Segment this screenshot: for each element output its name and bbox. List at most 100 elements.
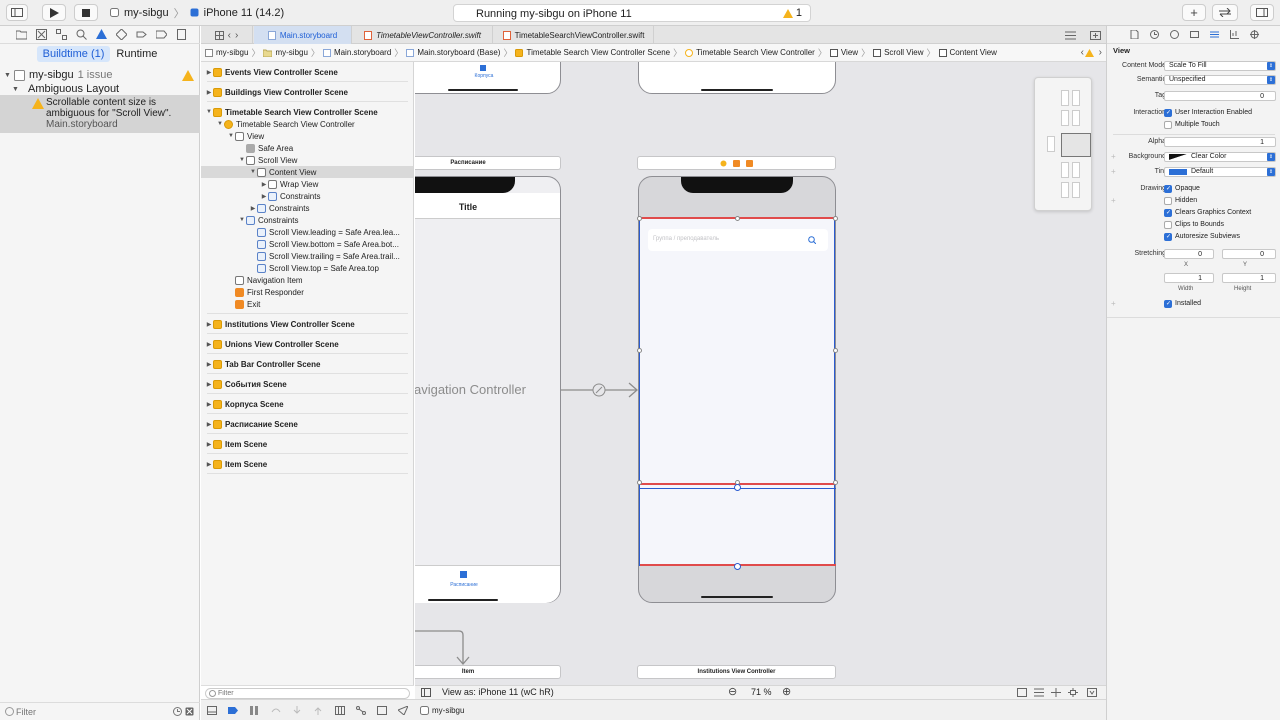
outline-scene-row[interactable]: ▶ Item Scene [201,458,413,470]
scene-buildings-bottom[interactable]: Корпуса [415,62,561,94]
tab-main-storyboard[interactable]: Main.storyboard [254,26,352,44]
installed-checkbox[interactable] [1164,299,1172,308]
stretch-y-field[interactable]: 0 [1222,248,1276,259]
minimap-viewport[interactable] [1061,133,1091,157]
outline-scene-row[interactable]: ▶ Tab Bar Controller Scene [201,358,413,370]
breadcrumb-view[interactable]: View [829,48,858,57]
pause-icon[interactable] [249,706,259,715]
opaque-checkbox[interactable] [1164,184,1172,193]
disclosure-closed-icon[interactable]: ▶ [205,341,213,348]
scroll-view-selected[interactable]: Группа / преподаватель [637,216,838,570]
source-control-icon[interactable] [36,29,47,40]
grid-icon[interactable] [214,30,224,40]
search-icon[interactable] [76,29,87,40]
outline-scene-row[interactable]: ▶ Unions View Controller Scene [201,338,413,350]
outline-scene-row[interactable]: ▶ События Scene [201,378,413,390]
history-inspector-icon[interactable] [1150,30,1159,39]
breadcrumb-group[interactable]: my-sibgu [263,48,308,57]
previous-issue-chevron-icon[interactable]: ‹ [1081,47,1084,58]
outline-row[interactable]: ▶ Constraints [201,202,413,214]
align-icon[interactable] [1051,688,1061,697]
breadcrumb-scroll-view[interactable]: Scroll View [873,48,924,57]
scene-timetable-search[interactable]: Группа / преподаватель [637,176,838,603]
toggle-navigator-button[interactable] [6,4,28,21]
outline-row[interactable]: ▶ Constraints [201,190,413,202]
disclosure-closed-icon[interactable]: ▶ [205,421,213,428]
outline-constraint-row[interactable]: Scroll View.top = Safe Area.top [201,262,413,274]
outline-scene-row[interactable]: ▶ Расписание Scene [201,418,413,430]
folder-icon[interactable] [16,29,27,40]
segment-runtime[interactable]: Runtime [110,46,163,62]
test-icon[interactable] [116,29,127,40]
segue-arrow[interactable] [561,380,641,400]
warning-indicator[interactable]: 1 [782,7,802,19]
connections-inspector-icon[interactable] [1250,30,1259,39]
environment-overrides-icon[interactable] [377,706,387,715]
memory-graph-icon[interactable] [356,706,366,715]
disclosure-open-icon[interactable]: ▼ [227,133,235,139]
issue-warning-icon[interactable] [96,29,107,40]
stretch-x-field[interactable]: 0 [1164,248,1214,259]
hidden-checkbox[interactable] [1164,196,1172,205]
resolve-issues-icon[interactable] [1087,688,1097,697]
attributes-inspector-icon[interactable] [1210,30,1219,39]
breakpoints-toggle-icon[interactable] [228,706,238,715]
user-interaction-checkbox[interactable] [1164,108,1172,117]
disclosure-closed-icon[interactable]: ▶ [205,461,213,468]
update-frames-icon[interactable] [1017,688,1027,697]
disclosure-closed-icon[interactable]: ▶ [205,381,213,388]
disclosure-closed-icon[interactable]: ▶ [205,89,213,96]
minimap[interactable] [1034,77,1092,211]
warning-icon[interactable] [1085,49,1094,57]
breakpoint-icon[interactable] [156,29,167,40]
debug-target-name[interactable]: my-sibgu [432,706,464,715]
disclosure-closed-icon[interactable]: ▶ [205,69,213,76]
add-editor-icon[interactable] [1090,31,1101,40]
outline-constraint-row[interactable]: Scroll View.trailing = Safe Area.trail..… [201,250,413,262]
simulate-location-icon[interactable] [398,706,408,715]
step-out-icon[interactable] [313,706,323,715]
help-inspector-icon[interactable] [1170,30,1179,39]
outline-row[interactable]: ▶ Wrap View [201,178,413,190]
outline-row[interactable]: ▼ View [201,130,413,142]
file-inspector-icon[interactable] [1130,30,1139,39]
scene-dock-timetable-search[interactable] [637,156,836,170]
scene-title-bar-item[interactable]: Item [415,665,561,679]
outline-scene-row[interactable]: ▶ Events View Controller Scene [201,66,413,78]
recent-filter-icon[interactable] [173,707,182,716]
code-review-button[interactable] [1212,4,1238,21]
symbol-icon[interactable] [56,29,67,40]
resize-handle[interactable] [637,216,642,221]
resize-handle[interactable] [637,348,642,353]
add-variation-icon[interactable]: + [1111,196,1116,205]
autoresize-checkbox[interactable] [1164,232,1172,241]
breadcrumb-file[interactable]: Main.storyboard [322,48,391,57]
outline-row[interactable]: First Responder [201,286,413,298]
view-debugger-icon[interactable] [335,706,345,715]
disclosure-closed-icon[interactable]: ▶ [205,401,213,408]
outline-filter-input[interactable] [218,689,398,698]
clears-graphics-checkbox[interactable] [1164,208,1172,217]
multiple-touch-checkbox[interactable] [1164,120,1172,129]
outline-scene-row[interactable]: ▶ Buildings View Controller Scene [201,86,413,98]
disclosure-closed-icon[interactable]: ▶ [260,193,268,200]
size-inspector-icon[interactable] [1230,30,1239,39]
forward-chevron-icon[interactable]: › [235,30,238,41]
pin-constraints-icon[interactable] [1068,688,1078,697]
breadcrumb-view-controller[interactable]: Timetable Search View Controller [685,48,815,57]
next-issue-chevron-icon[interactable]: › [1099,47,1102,58]
stack-icon[interactable] [1034,688,1044,697]
issue-item-selected[interactable]: Scrollable content size is ambiguous for… [0,95,200,133]
disclosure-closed-icon[interactable]: ▶ [205,441,213,448]
exit-dock-icon[interactable] [746,159,753,167]
outline-scene-row[interactable]: ▶ Institutions View Controller Scene [201,318,413,330]
library-button[interactable]: + [1182,4,1206,21]
identity-inspector-icon[interactable] [1190,30,1199,39]
zoom-in-icon[interactable]: ⊕ [782,685,791,698]
run-button[interactable] [42,4,66,21]
outline-scene-row[interactable]: ▶ Item Scene [201,438,413,450]
outline-row[interactable]: ▼ Constraints [201,214,413,226]
scene-institutions-bottom[interactable] [638,62,836,94]
add-variation-icon[interactable]: + [1111,152,1116,161]
scene-title-bar-institutions[interactable]: Institutions View Controller [637,665,836,679]
